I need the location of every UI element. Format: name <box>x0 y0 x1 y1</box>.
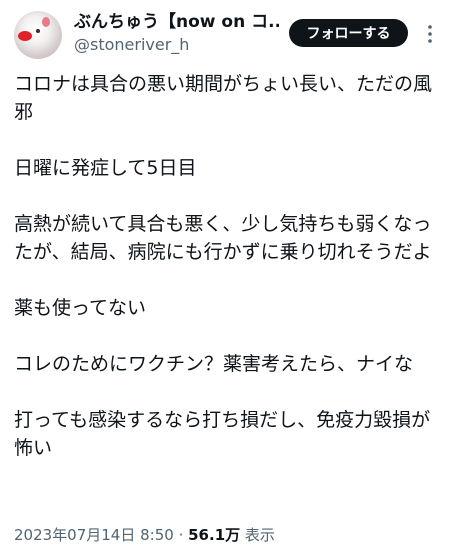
meta-separator: · <box>173 526 189 544</box>
tweet-header: ぶんちゅう【now on コ... @stoneriver_h フォローする <box>0 0 450 62</box>
timestamp-link[interactable]: 2023年07月14日 8:50 <box>14 526 174 544</box>
tweet-text: コロナは具合の悪い期間がちょい長い、ただの風邪 日曜に発症して5日目 高熱が続い… <box>14 70 440 462</box>
follow-button[interactable]: フォローする <box>289 19 408 47</box>
tweet-paragraph: コレのためにワクチン？薬害考えたら、ナイな <box>14 353 414 375</box>
views-label: 表示 <box>244 526 275 544</box>
user-handle[interactable]: @stoneriver_h <box>74 34 189 56</box>
avatar-eye <box>36 29 40 33</box>
tweet-paragraph: 日曜に発症して5日目 <box>14 157 197 179</box>
more-dots-icon[interactable] <box>420 24 440 44</box>
avatar-beak <box>18 31 32 41</box>
display-name[interactable]: ぶんちゅう【now on コ... <box>74 10 279 34</box>
tweet-paragraph: コロナは具合の悪い期間がちょい長い、ただの風邪 <box>14 73 433 123</box>
tweet-paragraph: 薬も使ってない <box>14 297 147 319</box>
tweet-paragraph: 高熱が続いて具合も悪く、少し気持ちも弱くなったが、結局、病院にも行かずに乗り切れ… <box>14 213 432 263</box>
tweet-meta: 2023年07月14日 8:50 · 56.1万 表示 <box>14 524 275 546</box>
views-count: 56.1万 <box>188 526 241 544</box>
avatar[interactable] <box>14 11 62 59</box>
tweet-paragraph: 打っても感染するなら打ち損だし、免疫力毀損が怖い <box>14 409 431 459</box>
more-dots-svg <box>428 25 432 43</box>
avatar-cheek <box>42 17 50 27</box>
